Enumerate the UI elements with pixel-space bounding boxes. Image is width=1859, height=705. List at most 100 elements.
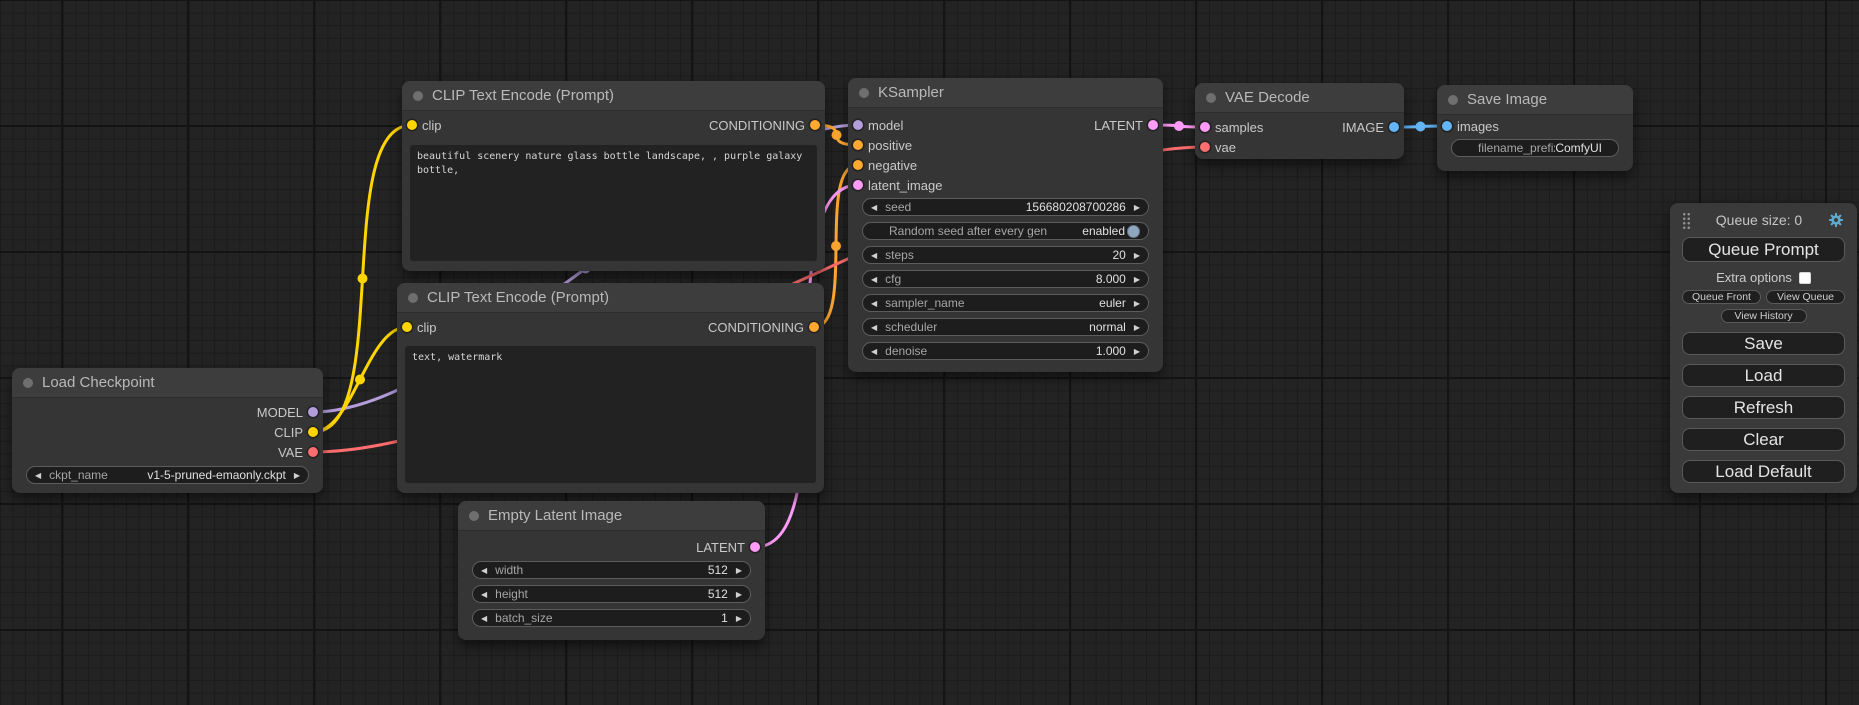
node-header[interactable]: Load Checkpoint	[12, 368, 323, 398]
collapse-dot-icon[interactable]	[469, 511, 479, 521]
input-port-samples[interactable]	[1200, 122, 1210, 132]
decrement-arrow-icon[interactable]: ◀	[871, 347, 877, 356]
decrement-arrow-icon[interactable]: ◀	[871, 251, 877, 260]
widget-seed[interactable]: ◀ seed 156680208700286 ▶	[862, 198, 1149, 216]
input-port-images[interactable]	[1442, 121, 1452, 131]
widget-steps[interactable]: ◀ steps 20 ▶	[862, 246, 1149, 264]
input-port-vae[interactable]	[1200, 142, 1210, 152]
clear-button[interactable]: Clear	[1682, 428, 1845, 451]
output-slot-vae: VAE	[12, 442, 323, 462]
input-port-model[interactable]	[853, 120, 863, 130]
output-port-image[interactable]	[1389, 122, 1399, 132]
node-title: Save Image	[1467, 91, 1547, 108]
node-header[interactable]: VAE Decode	[1195, 83, 1404, 113]
output-port-model[interactable]	[308, 407, 318, 417]
decrement-arrow-icon[interactable]: ◀	[871, 299, 877, 308]
widget-scheduler[interactable]: ◀ scheduler normal ▶	[862, 318, 1149, 336]
node-title: VAE Decode	[1225, 89, 1310, 106]
output-port-vae[interactable]	[308, 447, 318, 457]
queue-front-button[interactable]: Queue Front	[1682, 290, 1761, 304]
refresh-button[interactable]: Refresh	[1682, 396, 1845, 419]
input-port-latent-image[interactable]	[853, 180, 863, 190]
increment-arrow-icon[interactable]: ▶	[736, 590, 742, 599]
widget-value: ComfyUI	[1555, 141, 1602, 155]
input-label-images: images	[1457, 119, 1499, 134]
input-label-positive: positive	[868, 138, 912, 153]
output-port-conditioning[interactable]	[810, 120, 820, 130]
slot-row: clip CONDITIONING	[397, 317, 824, 337]
collapse-dot-icon[interactable]	[1206, 93, 1216, 103]
node-clip-text-encode-negative[interactable]: CLIP Text Encode (Prompt) clip CONDITION…	[397, 283, 824, 493]
decrement-arrow-icon[interactable]: ◀	[871, 323, 877, 332]
decrement-arrow-icon[interactable]: ◀	[481, 590, 487, 599]
increment-arrow-icon[interactable]: ▶	[294, 471, 300, 480]
collapse-dot-icon[interactable]	[23, 378, 33, 388]
decrement-arrow-icon[interactable]: ◀	[35, 471, 41, 480]
widget-value: 20	[1112, 248, 1125, 262]
widget-height[interactable]: ◀ height 512 ▶	[472, 585, 751, 603]
load-default-button[interactable]: Load Default	[1682, 460, 1845, 483]
node-empty-latent-image[interactable]: Empty Latent Image LATENT ◀ width 512 ▶ …	[458, 501, 765, 640]
widget-random-seed-toggle[interactable]: Random seed after every gen enabled	[862, 222, 1149, 240]
queue-panel: Queue size: 0 Queue Prompt Extra options	[1670, 203, 1857, 493]
widget-ckpt-name[interactable]: ◀ ckpt_name v1-5-pruned-emaonly.ckpt ▶	[26, 466, 309, 484]
view-history-button[interactable]: View History	[1721, 309, 1807, 323]
increment-arrow-icon[interactable]: ▶	[736, 614, 742, 623]
view-queue-button[interactable]: View Queue	[1766, 290, 1845, 304]
node-save-image[interactable]: Save Image images filename_prefix ComfyU…	[1437, 85, 1633, 171]
widget-sampler-name[interactable]: ◀ sampler_name euler ▶	[862, 294, 1149, 312]
increment-arrow-icon[interactable]: ▶	[736, 566, 742, 575]
toggle-circle-icon[interactable]	[1127, 225, 1140, 238]
increment-arrow-icon[interactable]: ▶	[1134, 299, 1140, 308]
node-header[interactable]: KSampler	[848, 78, 1163, 108]
node-header[interactable]: Save Image	[1437, 85, 1633, 115]
input-label-samples: samples	[1215, 120, 1263, 135]
decrement-arrow-icon[interactable]: ◀	[481, 566, 487, 575]
input-port-clip[interactable]	[407, 120, 417, 130]
drag-handle-icon[interactable]	[1682, 212, 1691, 229]
increment-arrow-icon[interactable]: ▶	[1134, 347, 1140, 356]
widget-cfg[interactable]: ◀ cfg 8.000 ▶	[862, 270, 1149, 288]
increment-arrow-icon[interactable]: ▶	[1134, 251, 1140, 260]
node-header[interactable]: Empty Latent Image	[458, 501, 765, 531]
widget-value: 1	[721, 611, 728, 625]
node-load-checkpoint[interactable]: Load Checkpoint MODEL CLIP VAE ◀ ckpt_na…	[12, 368, 323, 493]
decrement-arrow-icon[interactable]: ◀	[871, 275, 877, 284]
increment-arrow-icon[interactable]: ▶	[1134, 275, 1140, 284]
collapse-dot-icon[interactable]	[859, 88, 869, 98]
extra-options-checkbox[interactable]	[1799, 272, 1811, 284]
output-port-clip[interactable]	[308, 427, 318, 437]
node-vae-decode[interactable]: VAE Decode samples IMAGE vae	[1195, 83, 1404, 159]
output-port-latent[interactable]	[1148, 120, 1158, 130]
node-ksampler[interactable]: KSampler model LATENT positive negative …	[848, 78, 1163, 372]
output-label-latent: LATENT	[1094, 118, 1143, 133]
decrement-arrow-icon[interactable]: ◀	[871, 203, 877, 212]
save-button[interactable]: Save	[1682, 332, 1845, 355]
collapse-dot-icon[interactable]	[413, 91, 423, 101]
increment-arrow-icon[interactable]: ▶	[1134, 323, 1140, 332]
collapse-dot-icon[interactable]	[1448, 95, 1458, 105]
queue-prompt-button[interactable]: Queue Prompt	[1682, 237, 1845, 262]
collapse-dot-icon[interactable]	[408, 293, 418, 303]
widget-label: height	[495, 587, 528, 601]
settings-gear-icon[interactable]	[1827, 211, 1845, 229]
widget-width[interactable]: ◀ width 512 ▶	[472, 561, 751, 579]
decrement-arrow-icon[interactable]: ◀	[481, 614, 487, 623]
input-port-positive[interactable]	[853, 140, 863, 150]
widget-denoise[interactable]: ◀ denoise 1.000 ▶	[862, 342, 1149, 360]
input-port-clip[interactable]	[402, 322, 412, 332]
prompt-textarea[interactable]: beautiful scenery nature glass bottle la…	[410, 145, 817, 261]
widget-filename-prefix[interactable]: filename_prefix ComfyUI	[1451, 139, 1619, 157]
output-port-conditioning[interactable]	[809, 322, 819, 332]
node-canvas[interactable]: Load Checkpoint MODEL CLIP VAE ◀ ckpt_na…	[0, 0, 1859, 705]
node-header[interactable]: CLIP Text Encode (Prompt)	[402, 81, 825, 111]
increment-arrow-icon[interactable]: ▶	[1134, 203, 1140, 212]
load-button[interactable]: Load	[1682, 364, 1845, 387]
output-slot-latent: LATENT	[458, 537, 765, 557]
widget-batch-size[interactable]: ◀ batch_size 1 ▶	[472, 609, 751, 627]
node-header[interactable]: CLIP Text Encode (Prompt)	[397, 283, 824, 313]
node-clip-text-encode-positive[interactable]: CLIP Text Encode (Prompt) clip CONDITION…	[402, 81, 825, 271]
input-port-negative[interactable]	[853, 160, 863, 170]
prompt-textarea[interactable]: text, watermark	[405, 346, 816, 483]
output-port-latent[interactable]	[750, 542, 760, 552]
